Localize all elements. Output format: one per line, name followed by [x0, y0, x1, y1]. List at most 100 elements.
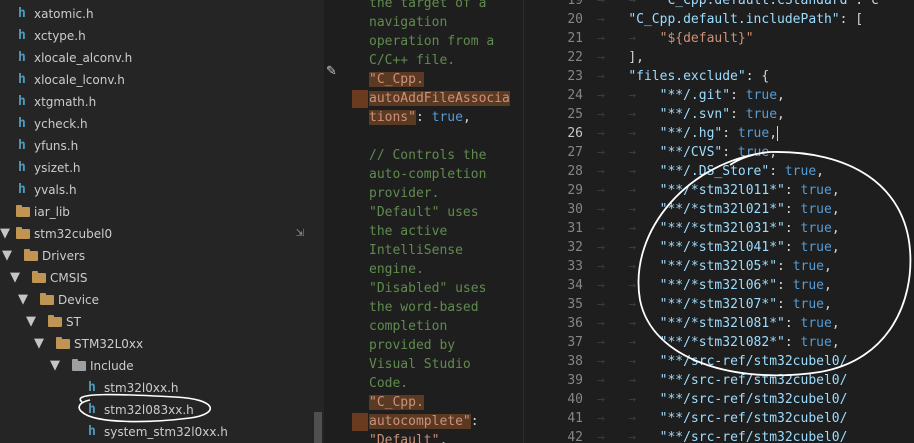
tree-item-label: yvals.h	[34, 183, 77, 197]
comment-text: Code.	[369, 376, 409, 391]
tree-item-label: yfuns.h	[34, 139, 79, 153]
code-line[interactable]: → → "**/src-ref/stm32cubel0/	[597, 390, 847, 409]
code-line[interactable]: → → "**/src-ref/stm32cubel0/	[597, 371, 847, 390]
tree-item-stm32l083xx-h[interactable]: h stm32l083xx.h	[0, 399, 314, 421]
tree-item-xlocale-alconv-h[interactable]: h xlocale_alconv.h	[0, 47, 314, 69]
tree-item-ycheck-h[interactable]: h ycheck.h	[0, 113, 314, 135]
json-bool: true	[800, 316, 832, 331]
tree-item-include[interactable]: ▼ Include	[0, 355, 314, 377]
code-line[interactable]: → → "**/.DS_Store": true,	[597, 162, 824, 181]
tree-item-yfuns-h[interactable]: h yfuns.h	[0, 135, 314, 157]
description-line: the word-based	[369, 298, 479, 317]
c-header-file-icon: h	[18, 72, 26, 87]
tree-item-iar-lib[interactable]: iar_lib	[0, 201, 314, 223]
punctuation: ,	[824, 297, 832, 312]
code-line[interactable]: → → "**/.svn": true,	[597, 105, 785, 124]
chevron-down-icon[interactable]: ▼	[26, 311, 36, 333]
explorer-scrollbar[interactable]	[314, 412, 322, 443]
code-line[interactable]: → "C_Cpp.default.includePath": [	[597, 10, 863, 29]
punctuation: ,	[831, 221, 840, 236]
code-line[interactable]: → → "**/*stm32l07*": true,	[597, 295, 832, 314]
c-header-file-icon: h	[18, 50, 26, 65]
json-key: "**/.hg"	[659, 126, 723, 141]
indent-guide-icon: → →	[597, 411, 660, 426]
settings-json-editor[interactable]: → → "C_Cpp.default.cStandard": c → "C_Cpp…	[589, 0, 914, 443]
indent-guide-icon: → →	[597, 354, 660, 369]
line-number: 29	[567, 183, 583, 198]
tree-item-yvals-h[interactable]: h yvals.h	[0, 179, 314, 201]
chevron-down-icon[interactable]: ▼	[0, 223, 10, 245]
json-key: "**/src-ref/stm32cubel0/	[659, 411, 848, 426]
tree-item-xatomic-h[interactable]: h xatomic.h	[0, 3, 314, 25]
code-line[interactable]: → → "${default}"	[597, 29, 754, 48]
chevron-down-icon[interactable]: ▼	[2, 245, 12, 267]
edit-pencil-icon[interactable]: ✎	[326, 64, 337, 79]
tree-item-xctype-h[interactable]: h xctype.h	[0, 25, 314, 47]
line-number: 24	[567, 88, 583, 103]
code-line[interactable]: → → "**/CVS": true,	[597, 143, 777, 162]
tree-item-drivers[interactable]: ▼ Drivers	[0, 245, 314, 267]
code-line[interactable]: → → "**/*stm32l031*": true,	[597, 219, 840, 238]
indent-guide-icon: →	[597, 69, 629, 84]
chevron-down-icon[interactable]: ▼	[34, 333, 44, 355]
file-explorer: h xatomic.h h xctype.h h xlocale_alconv.h h xlo…	[0, 0, 324, 443]
tree-item-stm32l0xx[interactable]: ▼ STM32L0xx	[0, 333, 314, 355]
line-number: 41	[567, 411, 583, 426]
indent-guide-icon: → →	[597, 145, 660, 160]
line-number: 33	[567, 259, 583, 274]
comment-text: "Disabled" uses	[369, 281, 487, 296]
line-number: 40	[567, 392, 583, 407]
c-header-file-icon: h	[18, 138, 26, 153]
description-line: "Default",	[369, 431, 447, 443]
punctuation: ,	[439, 433, 448, 443]
code-line[interactable]: → → "**/*stm32l041*": true,	[597, 238, 840, 257]
tree-item-stm32l0xx-h[interactable]: h stm32l0xx.h	[0, 377, 314, 399]
tree-item-system-stm32l0xx-h[interactable]: h system_stm32l0xx.h	[0, 421, 314, 443]
line-number: 38	[567, 354, 583, 369]
json-key: "**/*stm32l06*"	[659, 278, 778, 293]
punctuation: : {	[745, 69, 770, 84]
code-line[interactable]: → → "**/*stm32l081*": true,	[597, 314, 840, 333]
chevron-down-icon[interactable]: ▼	[50, 355, 60, 377]
tree-item-xlocale-lconv-h[interactable]: h xlocale_lconv.h	[0, 69, 314, 91]
chevron-down-icon[interactable]: ▼	[10, 267, 20, 289]
tree-item-st[interactable]: ▼ ST	[0, 311, 314, 333]
code-line[interactable]: → ],	[597, 48, 644, 67]
line-number: 19	[567, 0, 583, 8]
indent-guide-icon: → →	[597, 164, 660, 179]
tree-item-xtgmath-h[interactable]: h xtgmath.h	[0, 91, 314, 113]
tree-item-stm32cubel0[interactable]: ▼ stm32cubel0 ⇲	[0, 223, 314, 245]
code-line[interactable]: → → "**/src-ref/stm32cubel0/	[597, 352, 847, 371]
description-line: engine.	[369, 260, 424, 279]
punctuation: ,	[462, 110, 471, 125]
comment-text: C/C++ file.	[369, 53, 456, 68]
punctuation: : [	[839, 12, 864, 27]
tree-item-device[interactable]: ▼ Device	[0, 289, 314, 311]
code-line[interactable]: → → "**/*stm32l021*": true,	[597, 200, 840, 219]
code-line[interactable]: → "files.exclude": {	[597, 67, 769, 86]
c-header-file-icon: h	[18, 116, 26, 131]
json-key: "**/src-ref/stm32cubel0/	[659, 392, 848, 407]
json-key: "files.exclude"	[628, 69, 746, 84]
json-bool: true	[800, 183, 832, 198]
code-line[interactable]: → → "**/src-ref/stm32cubel0/	[597, 409, 847, 428]
json-bool: true	[745, 107, 778, 122]
tree-item-label: xatomic.h	[34, 7, 94, 21]
code-line[interactable]: → → "C_Cpp.default.cStandard": c	[597, 0, 879, 10]
code-line[interactable]: → → "**/*stm32l06*": true,	[597, 276, 832, 295]
code-line[interactable]: → → "**/*stm32l082*": true,	[597, 333, 840, 352]
tree-item-ysizet-h[interactable]: h ysizet.h	[0, 157, 314, 179]
chevron-down-icon[interactable]: ▼	[18, 289, 28, 311]
indent-guide-icon: →	[597, 50, 629, 65]
json-key: "**/*stm32l021*"	[659, 202, 785, 217]
code-line[interactable]: → → "**/*stm32l05*": true,	[597, 257, 832, 276]
code-line[interactable]: → → "**/src-ref/stm32cubel0/	[597, 428, 847, 443]
code-line[interactable]: → → "**/*stm32l011*": true,	[597, 181, 840, 200]
pin-icon[interactable]: ⇲	[296, 223, 304, 245]
line-number: 36	[567, 316, 583, 331]
tree-item-cmsis[interactable]: ▼ CMSIS	[0, 267, 314, 289]
code-line[interactable]: → → "**/.hg": true,	[597, 124, 779, 143]
code-line[interactable]: → → "**/.git": true,	[597, 86, 785, 105]
punctuation: :	[730, 107, 746, 122]
indent-guide-icon: → →	[597, 316, 660, 331]
